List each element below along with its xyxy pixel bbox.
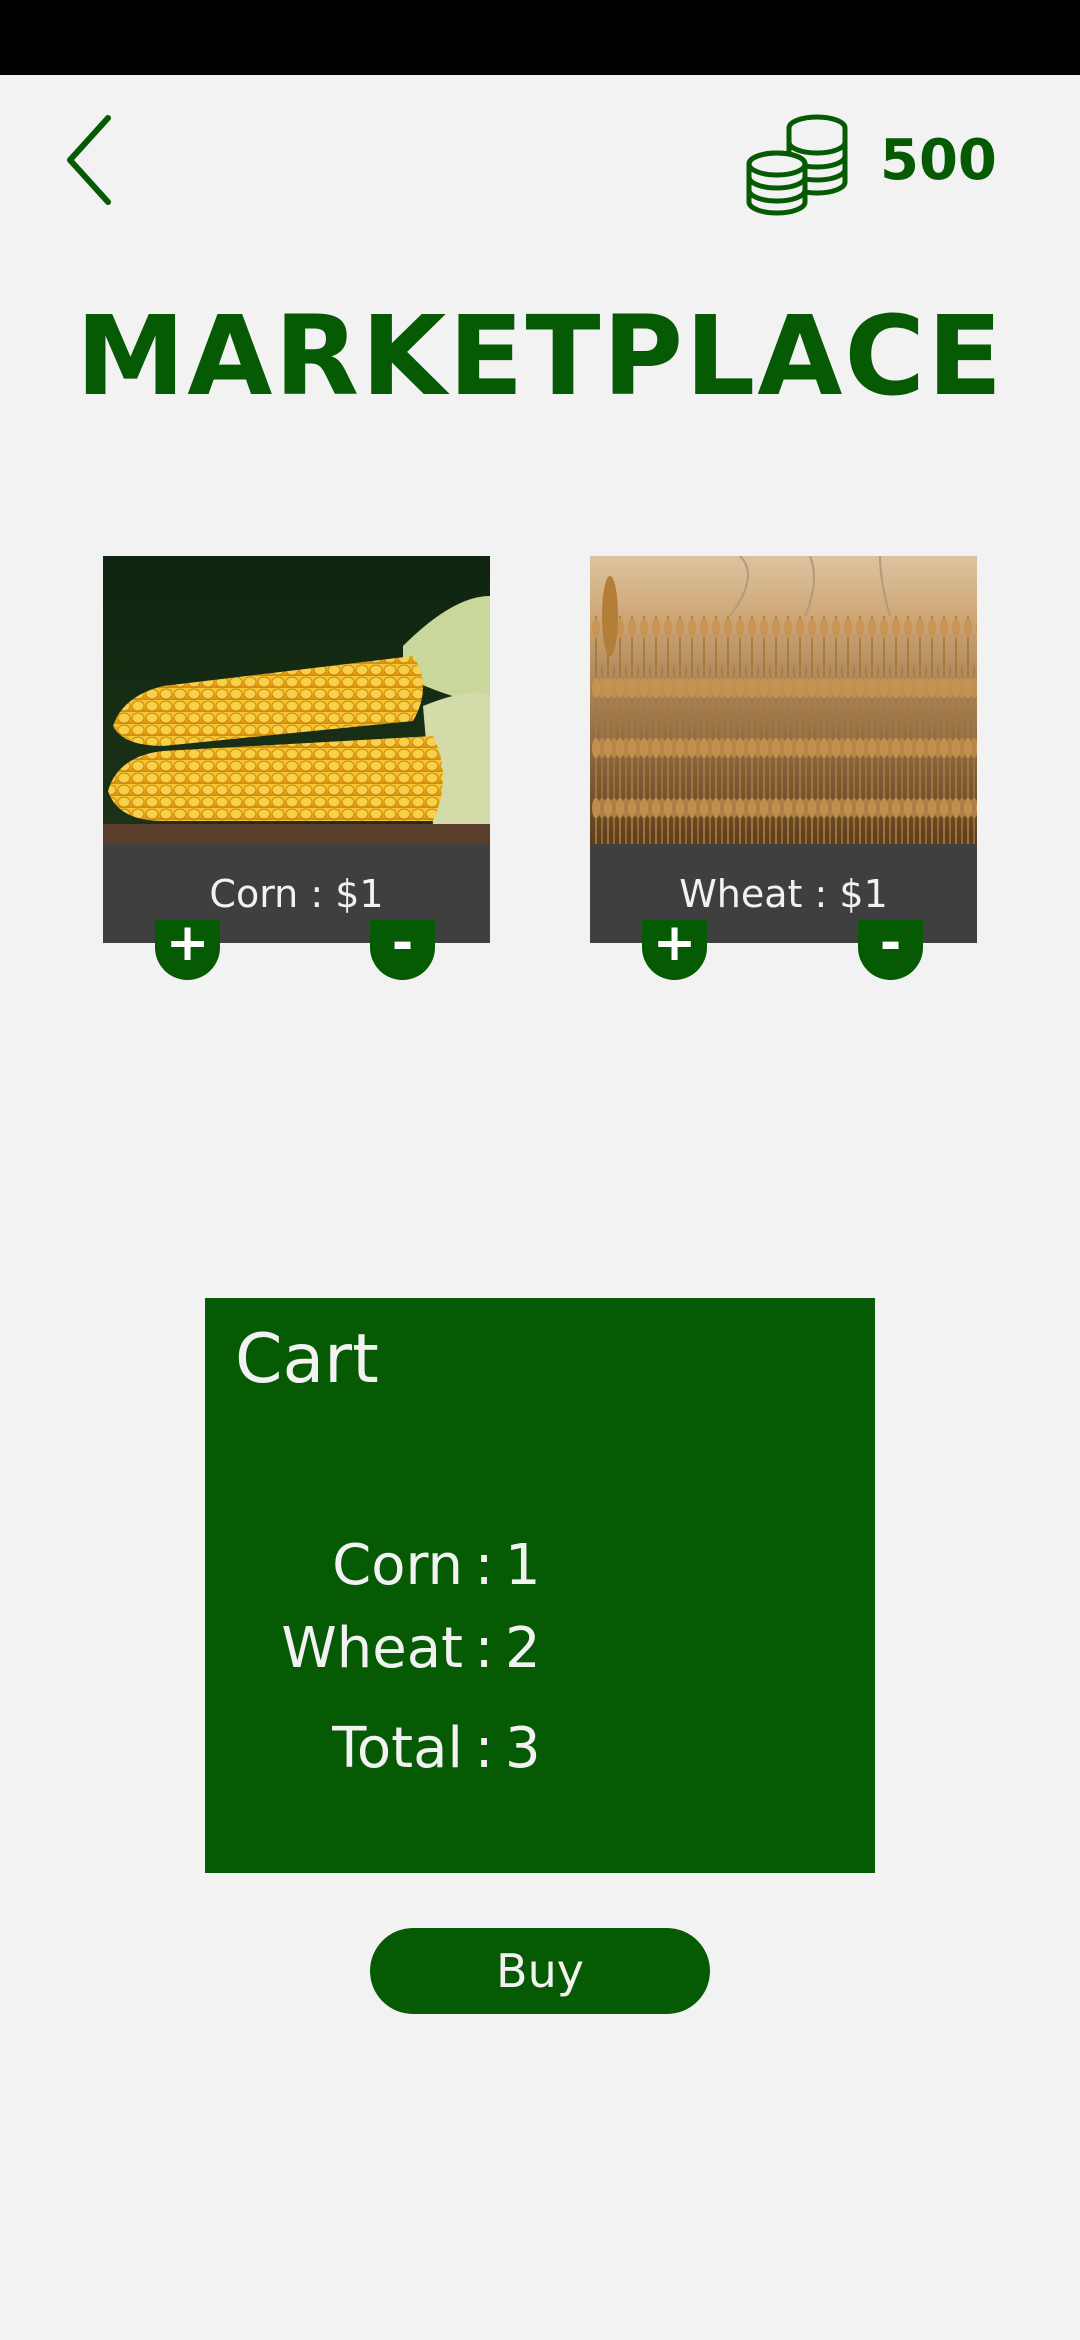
- cart-separator: :: [474, 1533, 494, 1598]
- cart-item-name: Wheat: [281, 1616, 463, 1681]
- wheat-photo: [590, 556, 977, 844]
- product-card-corn[interactable]: Corn : $1: [103, 556, 490, 943]
- wheat-add-button[interactable]: +: [642, 920, 707, 980]
- cart-row-wheat: Wheat : 2: [205, 1616, 605, 1681]
- cart-title: Cart: [235, 1320, 379, 1399]
- cart-panel: Cart Corn : 1 Wheat : 2 Total : 3: [205, 1298, 875, 1873]
- corn-remove-button[interactable]: -: [370, 920, 435, 980]
- buy-button[interactable]: Buy: [370, 1928, 710, 2014]
- cart-total-value: 3: [505, 1716, 541, 1781]
- cart-item-qty: 2: [505, 1616, 541, 1681]
- cart-item-qty: 1: [505, 1533, 541, 1598]
- cart-separator: :: [474, 1616, 494, 1681]
- cart-row-corn: Corn : 1: [205, 1533, 605, 1598]
- cart-row-total: Total : 3: [205, 1716, 605, 1781]
- page-title: MARKETPLACE: [75, 292, 1005, 420]
- coin-balance: 500: [880, 128, 997, 193]
- cart-total-label: Total: [332, 1716, 463, 1781]
- back-button[interactable]: [55, 110, 125, 210]
- wheat-remove-button[interactable]: -: [858, 920, 923, 980]
- cart-item-name: Corn: [332, 1533, 463, 1598]
- coin-stack-icon: [746, 114, 848, 216]
- cart-separator: :: [474, 1716, 494, 1781]
- chevron-left-icon: [67, 115, 111, 205]
- corn-photo: [103, 556, 490, 844]
- corn-add-button[interactable]: +: [155, 920, 220, 980]
- product-card-wheat[interactable]: Wheat : $1: [590, 556, 977, 943]
- status-bar: [0, 0, 1080, 75]
